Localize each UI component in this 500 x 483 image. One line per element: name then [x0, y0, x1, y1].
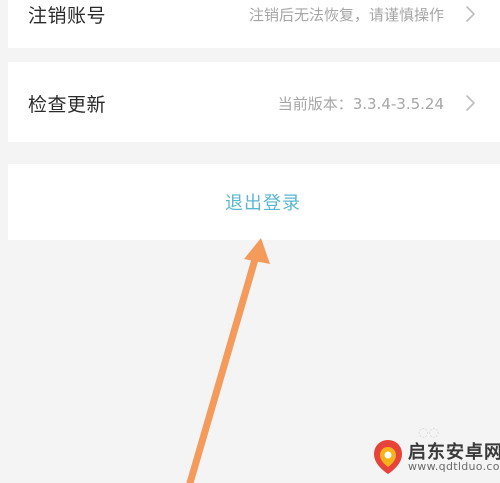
annotation-arrow — [186, 238, 270, 483]
watermark: 启东安卓网 www.qdtlduo.com — [368, 436, 500, 480]
watermark-logo-icon — [374, 440, 402, 474]
watermark-url: www.qdtlduo.com — [408, 460, 500, 473]
